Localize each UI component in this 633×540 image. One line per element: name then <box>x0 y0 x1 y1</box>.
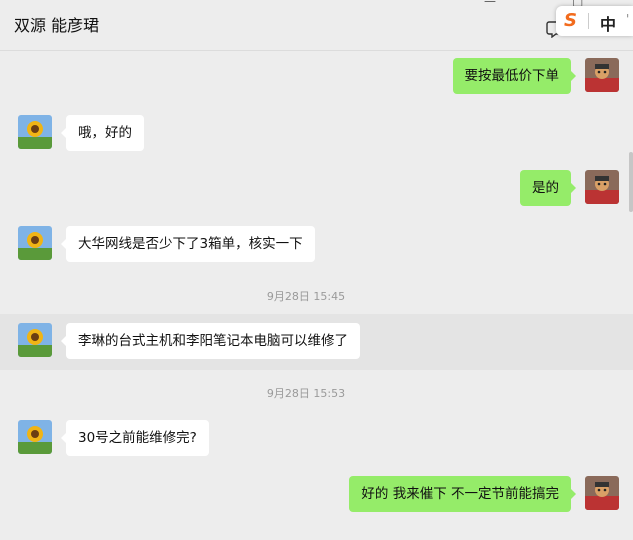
message-bubble-outgoing[interactable]: 是的 <box>520 170 576 206</box>
timestamp: 9月28日 15:53 <box>266 387 346 400</box>
ime-divider <box>588 13 589 29</box>
chat-header: 双源 能彦珺 — □ S 中 ' <box>0 0 633 51</box>
contact-avatar[interactable] <box>18 420 52 454</box>
message-bubble-incoming[interactable]: 哦，好的 <box>61 115 144 151</box>
contact-avatar[interactable] <box>18 115 52 149</box>
chat-title: 双源 能彦珺 <box>14 16 100 35</box>
message-bubble-incoming[interactable]: 大华网线是否少下了3箱单，核实一下 <box>61 226 315 262</box>
ime-punctuation-toggle[interactable]: ' <box>626 12 629 26</box>
message-bubble-incoming[interactable]: 30号之前能维修完? <box>61 420 209 456</box>
message-bubble-outgoing[interactable]: 要按最低价下单 <box>452 58 576 94</box>
message-bubble-outgoing[interactable]: 好的 我来催下 不一定节前能搞完 <box>349 476 576 512</box>
my-avatar[interactable] <box>585 58 619 92</box>
my-avatar[interactable] <box>585 476 619 510</box>
scrollbar-thumb[interactable] <box>629 152 633 212</box>
timestamp: 9月28日 15:45 <box>266 290 346 303</box>
my-avatar[interactable] <box>585 170 619 204</box>
contact-avatar[interactable] <box>18 226 52 260</box>
minimize-button[interactable]: — <box>484 0 496 8</box>
ime-toolbar[interactable]: S 中 ' <box>556 6 633 36</box>
sogou-logo-icon: S <box>564 10 577 31</box>
ime-language-toggle[interactable]: 中 <box>600 11 616 35</box>
contact-avatar[interactable] <box>18 323 52 357</box>
message-bubble-incoming[interactable]: 李琳的台式主机和李阳笔记本电脑可以维修了 <box>61 323 360 359</box>
